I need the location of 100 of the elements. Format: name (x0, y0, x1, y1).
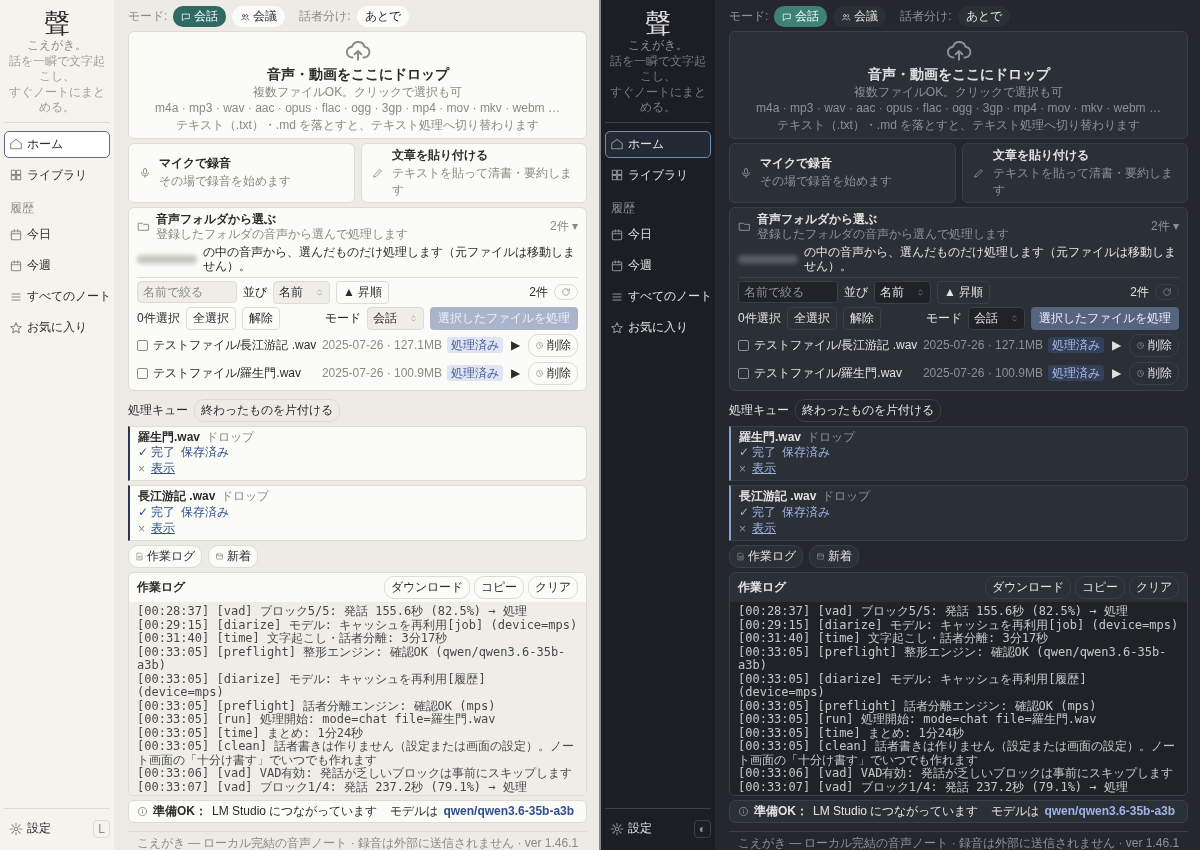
log-action-button[interactable]: ダウンロード (985, 576, 1071, 600)
log-action-button[interactable]: クリア (528, 576, 578, 600)
blurred-path (137, 254, 197, 264)
diarize-toggle[interactable]: あとで (957, 6, 1010, 27)
collapse-button[interactable]: × (739, 521, 746, 536)
log-toggle[interactable]: 作業ログ (729, 545, 803, 569)
drop-zone[interactable]: 音声・動画をここにドロップ 複数ファイルOK。クリックで選択も可 m4a · mp3 · wav · aac · opus · flac · ogg · 3gp · mp4 · mov · mkv · webm … テキスト（.txt）・.md を落とすと、テキスト処理へ切り替わります (729, 31, 1188, 139)
status-badge: 処理済み (1048, 364, 1104, 382)
order-button[interactable]: ▲ 昇順 (336, 280, 390, 304)
clear-selection-button[interactable]: 解除 (842, 306, 881, 330)
show-link[interactable]: 表示 (752, 460, 776, 478)
theme-toggle[interactable]: ◐ (693, 819, 711, 838)
log-line: [00:28:37] [vad] ブロック5/5: 発話 155.6秒 (82.5%) → 処理 (137, 605, 528, 619)
folder-icon (137, 220, 150, 234)
play-button[interactable]: ▶ (1109, 366, 1124, 381)
news-toggle[interactable]: 新着 (208, 545, 258, 569)
log-action-button[interactable]: クリア (1129, 576, 1179, 600)
file-name: テストファイル/長江游記 .wav (153, 337, 317, 353)
nav-item[interactable]: ライブラリ (4, 161, 110, 189)
sort-select[interactable]: 名前 (273, 280, 330, 304)
folder-count[interactable]: 2件 ▾ (1150, 218, 1179, 236)
mode-tab[interactable]: 会話 (774, 6, 828, 27)
order-button[interactable]: ▲ 昇順 (937, 280, 991, 304)
nav-item[interactable]: 今週 (605, 252, 711, 280)
select-all-button[interactable]: 全選択 (185, 306, 236, 330)
star-icon (610, 320, 624, 335)
collapse-button[interactable]: × (739, 461, 746, 476)
diarize-toggle[interactable]: あとで (356, 6, 409, 27)
clear-finished-button[interactable]: 終わったものを片付ける (795, 398, 941, 422)
log-action-button[interactable]: コピー (474, 576, 524, 600)
nav-item[interactable]: ライブラリ (605, 161, 711, 189)
info-icon (738, 805, 749, 817)
drop-title: 音声・動画をここにドロップ (867, 66, 1050, 83)
delete-button[interactable]: 削除 (528, 333, 578, 357)
text-note: テキスト（.txt）・.md を落とすと、テキスト処理へ切り替わります (776, 117, 1141, 132)
sort-select[interactable]: 名前 (874, 280, 931, 304)
nav-item[interactable]: ホーム (605, 130, 711, 158)
status-text: LM Studio につながっています (813, 804, 979, 819)
paste-card[interactable]: 文章を貼り付ける テキストを貼って清書・要約します (961, 142, 1188, 203)
nav-item[interactable]: お気に入り (605, 314, 711, 342)
mode-select[interactable]: 会話 (367, 306, 424, 330)
mode-tab[interactable]: 会議 (232, 6, 286, 27)
delete-button[interactable]: 削除 (1129, 361, 1179, 385)
settings-button[interactable]: 設定 (4, 815, 56, 842)
nav-item[interactable]: すべてのノート (4, 283, 110, 311)
nav-item[interactable]: 今週 (4, 252, 110, 280)
nav-item[interactable]: お気に入り (4, 314, 110, 342)
nav-item[interactable]: ホーム (4, 130, 110, 158)
collapse-button[interactable]: × (138, 461, 145, 476)
log-toggle[interactable]: 作業ログ (128, 545, 202, 569)
nav-item[interactable]: 今日 (605, 221, 711, 249)
file-checkbox[interactable] (738, 367, 749, 379)
collapse-button[interactable]: × (138, 521, 145, 536)
delete-button[interactable]: 削除 (528, 361, 578, 385)
play-button[interactable]: ▶ (508, 366, 523, 381)
mode-tab[interactable]: 会議 (833, 6, 887, 27)
log-line: [00:33:07] [vad] ブロック1/4: 発話 237.2秒 (79.1%) → 処理 (738, 780, 1129, 795)
news-toggle[interactable]: 新着 (809, 545, 859, 569)
delete-button[interactable]: 削除 (1129, 333, 1179, 357)
updown-icon (1010, 313, 1019, 323)
folder-description: 登録したフォルダの音声から選んで処理します (156, 227, 409, 242)
nav-item[interactable]: すべてのノート (605, 283, 711, 311)
show-link[interactable]: 表示 (151, 520, 175, 538)
filter-field[interactable]: 名前で絞る (738, 281, 838, 304)
play-button[interactable]: ▶ (508, 338, 523, 353)
clear-finished-button[interactable]: 終わったものを片付ける (194, 398, 340, 422)
paste-card[interactable]: 文章を貼り付ける テキストを貼って清書・要約します (360, 142, 587, 203)
clear-selection-button[interactable]: 解除 (241, 306, 280, 330)
queue-status: ✓ 完了 (138, 444, 176, 460)
mode-label: モード: (729, 9, 769, 24)
refresh-icon (1162, 287, 1172, 298)
text-note: テキスト（.txt）・.md を落とすと、テキスト処理へ切り替わります (175, 117, 540, 132)
microphone-icon (139, 166, 151, 179)
drop-zone[interactable]: 音声・動画をここにドロップ 複数ファイルOK。クリックで選択も可 m4a · mp3 · wav · aac · opus · flac · ogg · 3gp · mp4 · mov · mkv · webm … テキスト（.txt）・.md を落とすと、テキスト処理へ切り替わります (128, 31, 587, 139)
log-action-button[interactable]: コピー (1075, 576, 1125, 600)
calendar-icon (9, 258, 23, 273)
select-all-button[interactable]: 全選択 (786, 306, 837, 330)
mode-tab[interactable]: 会話 (173, 6, 227, 27)
log-action-button[interactable]: ダウンロード (384, 576, 470, 600)
file-checkbox[interactable] (137, 339, 148, 351)
log-line: [00:33:05] [preflight] 整形エンジン: 確認OK (qwen/qwen3.6-35b-a3b) (738, 645, 1168, 673)
nav-item[interactable]: 今日 (4, 221, 110, 249)
play-button[interactable]: ▶ (1109, 338, 1124, 353)
show-link[interactable]: 表示 (752, 520, 776, 538)
file-checkbox[interactable] (137, 367, 148, 379)
settings-button[interactable]: 設定 (605, 815, 657, 842)
clock-icon (535, 340, 544, 350)
model-name: qwen/qwen3.6-35b-a3b (443, 804, 575, 819)
file-checkbox[interactable] (738, 339, 749, 351)
queue-file-name: 羅生門.wav (138, 429, 200, 444)
refresh-button[interactable] (1155, 284, 1179, 301)
mode-select[interactable]: 会話 (968, 306, 1025, 330)
show-link[interactable]: 表示 (151, 460, 175, 478)
record-card[interactable]: マイクで録音 その場で録音を始めます (128, 142, 355, 203)
people-icon (841, 11, 852, 22)
calendar-icon (610, 227, 624, 242)
box-icon (215, 552, 224, 562)
log-line: [00:33:05] [clean] 話者書きは作りません（設定または画面の設定）。ノート画面の「十分け書す」でいつでも作れます (738, 740, 1177, 767)
record-card[interactable]: マイクで録音 その場で録音を始めます (729, 142, 956, 203)
mode-label: モード (926, 310, 962, 326)
